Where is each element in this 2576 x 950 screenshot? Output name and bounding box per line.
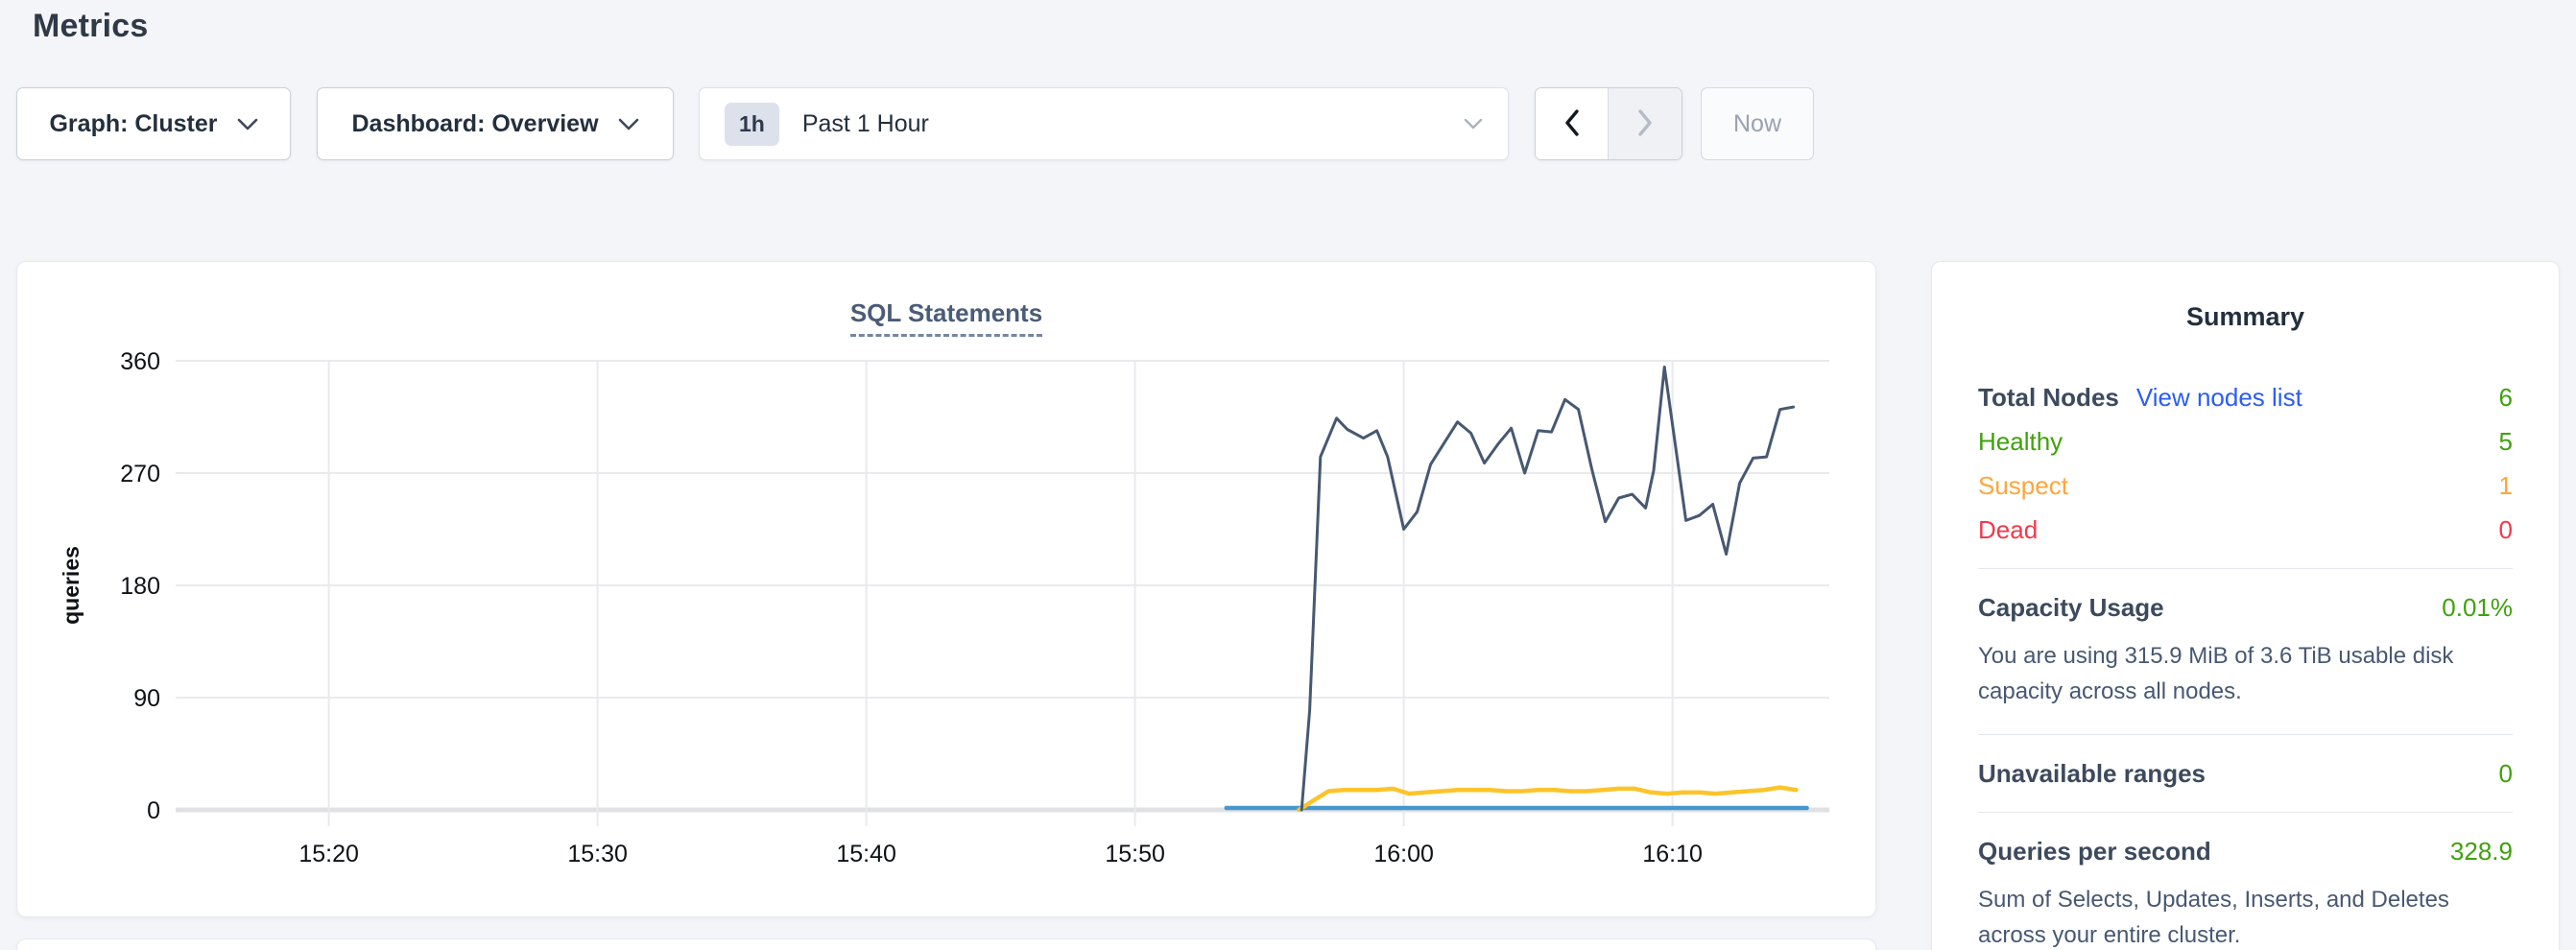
time-next-button[interactable]: [1609, 88, 1682, 159]
svg-text:270: 270: [120, 461, 160, 487]
metrics-page: Metrics Graph: Cluster Dashboard: Overvi…: [0, 0, 2576, 950]
capacity-usage-row: Capacity Usage 0.01%: [1978, 594, 2513, 621]
divider: [1978, 734, 2513, 735]
total-nodes-row: Total Nodes View nodes list 6: [1978, 384, 2513, 411]
healthy-label: Healthy: [1978, 428, 2063, 455]
healthy-value: 5: [2499, 428, 2513, 455]
queries-per-second-description: Sum of Selects, Updates, Inserts, and De…: [1978, 882, 2513, 950]
view-nodes-list-link[interactable]: View nodes list: [2136, 384, 2302, 411]
healthy-nodes-row: Healthy 5: [1978, 428, 2513, 455]
divider: [1978, 812, 2513, 813]
node-status-rows: Total Nodes View nodes list 6 Healthy 5 …: [1978, 384, 2513, 543]
dashboard-dropdown[interactable]: Dashboard: Overview: [317, 87, 674, 160]
dashboard-dropdown-label: Dashboard: Overview: [351, 110, 598, 138]
unavailable-ranges-row: Unavailable ranges 0: [1978, 760, 2513, 787]
capacity-usage-value: 0.01%: [2442, 594, 2513, 621]
svg-text:90: 90: [133, 685, 160, 712]
svg-text:15:50: 15:50: [1105, 841, 1165, 867]
dead-value: 0: [2499, 516, 2513, 543]
sql-statements-card: SQL Statements 09018027036015:2015:3015:…: [16, 261, 1876, 917]
svg-text:0: 0: [147, 797, 160, 824]
total-nodes-label: Total Nodes: [1978, 384, 2119, 411]
queries-per-second-value: 328.9: [2450, 838, 2513, 865]
unavailable-ranges-value: 0: [2499, 760, 2513, 787]
graph-dropdown[interactable]: Graph: Cluster: [16, 87, 291, 160]
summary-title: Summary: [1978, 302, 2513, 332]
suspect-label: Suspect: [1978, 472, 2068, 499]
time-prev-button[interactable]: [1536, 88, 1609, 159]
summary-panel: Summary Total Nodes View nodes list 6 He…: [1931, 261, 2560, 950]
svg-text:180: 180: [120, 573, 160, 600]
capacity-usage-label: Capacity Usage: [1978, 594, 2164, 621]
svg-text:queries: queries: [59, 546, 83, 625]
total-nodes-value: 6: [2499, 384, 2513, 411]
svg-text:15:30: 15:30: [567, 841, 628, 867]
dead-label: Dead: [1978, 516, 2038, 543]
svg-text:360: 360: [120, 348, 160, 375]
sql-statements-chart: 0 90 180 270 360 15:20 15:30 15:40 15:50 16:00 16:…: [17, 262, 1877, 918]
svg-text:15:40: 15:40: [836, 841, 896, 867]
svg-text:16:10: 16:10: [1642, 841, 1703, 867]
svg-text:16:00: 16:00: [1373, 841, 1434, 867]
suspect-nodes-row: Suspect 1: [1978, 472, 2513, 499]
time-range-label: Past 1 Hour: [802, 110, 929, 138]
time-range-badge: 1h: [725, 103, 779, 146]
chevron-left-icon: [1562, 107, 1583, 141]
chevron-down-icon: [237, 117, 258, 131]
graph-dropdown-label: Graph: Cluster: [49, 110, 217, 138]
time-nav-group: [1535, 87, 1682, 160]
unavailable-ranges-label: Unavailable ranges: [1978, 760, 2206, 787]
queries-per-second-row: Queries per second 328.9: [1978, 838, 2513, 865]
capacity-usage-description: You are using 315.9 MiB of 3.6 TiB usabl…: [1978, 638, 2513, 709]
chevron-down-icon: [618, 117, 639, 131]
time-range-selector[interactable]: 1h Past 1 Hour: [699, 87, 1509, 160]
dead-nodes-row: Dead 0: [1978, 516, 2513, 543]
svg-text:15:20: 15:20: [298, 841, 359, 867]
divider: [1978, 568, 2513, 569]
page-title: Metrics: [33, 8, 148, 45]
suspect-value: 1: [2499, 472, 2513, 499]
now-button[interactable]: Now: [1701, 87, 1814, 160]
next-chart-card: [16, 938, 1876, 950]
chevron-right-icon: [1634, 107, 1656, 141]
queries-per-second-label: Queries per second: [1978, 838, 2211, 865]
chevron-down-icon: [1464, 117, 1483, 131]
